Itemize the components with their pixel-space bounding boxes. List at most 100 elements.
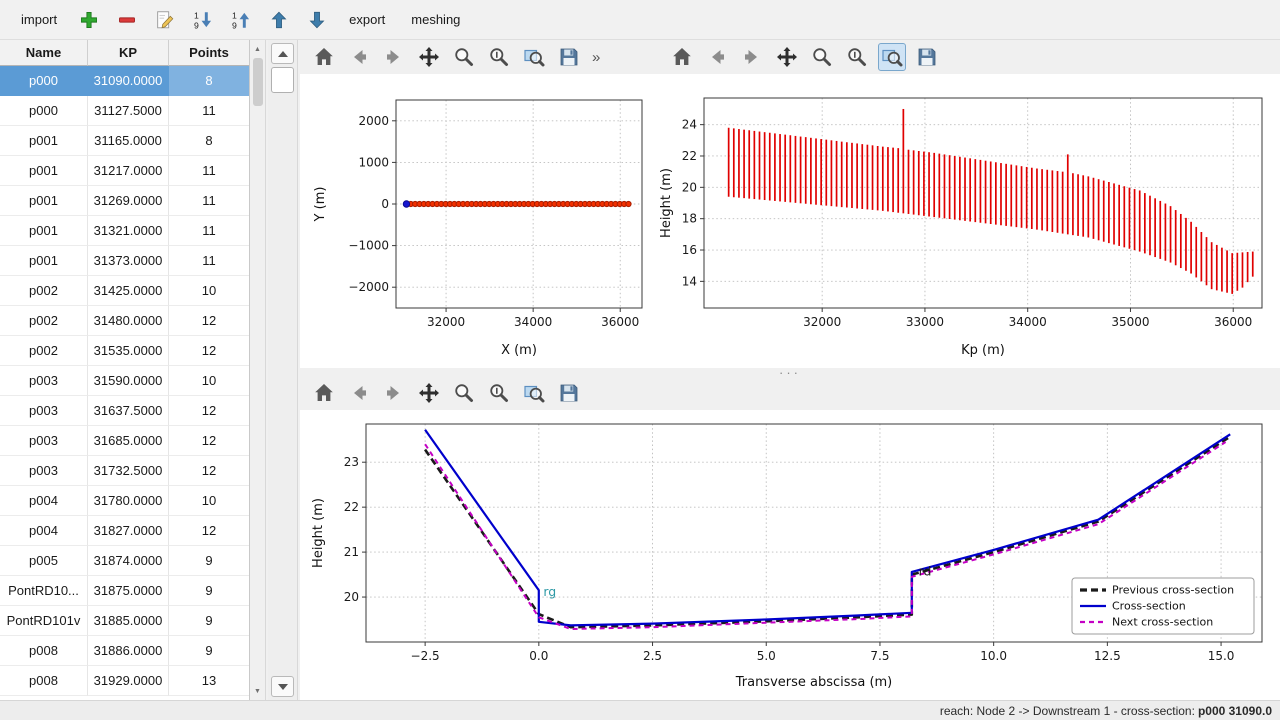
remove-icon: [116, 9, 138, 31]
forward-button[interactable]: [738, 43, 766, 71]
table-row[interactable]: p00431827.000012: [0, 516, 249, 546]
table-row[interactable]: p00131269.000011: [0, 186, 249, 216]
back-button[interactable]: [703, 43, 731, 71]
sort-ascending-button[interactable]: 19: [190, 7, 216, 33]
add-cross-section-button[interactable]: [76, 7, 102, 33]
forward-icon: [740, 45, 764, 69]
svg-text:2.5: 2.5: [643, 649, 662, 663]
forward-button[interactable]: [380, 379, 408, 407]
zoom-original-button[interactable]: [485, 379, 513, 407]
scroll-down-arrow-icon[interactable]: ▼: [250, 684, 265, 698]
table-row[interactable]: p00431780.000010: [0, 486, 249, 516]
zoom-rect-button[interactable]: [520, 43, 548, 71]
triangle-down-icon: [278, 684, 288, 690]
back-button[interactable]: [345, 379, 373, 407]
scroll-up-button[interactable]: [271, 43, 294, 64]
table-cell: 31590.0000: [88, 366, 169, 396]
pan-button[interactable]: [773, 43, 801, 71]
save-button[interactable]: [555, 379, 583, 407]
table-row[interactable]: p00031127.500011: [0, 96, 249, 126]
svg-text:34000: 34000: [514, 315, 552, 329]
pan-button[interactable]: [415, 379, 443, 407]
table-cell: 31685.0000: [88, 426, 169, 456]
table-scrollbar[interactable]: ▲ ▼: [250, 40, 266, 700]
column-header-points[interactable]: Points: [169, 40, 250, 66]
status-current-section: p000 31090.0: [1198, 704, 1272, 718]
table-row[interactable]: p00131321.000011: [0, 216, 249, 246]
table-cell: 10: [169, 486, 250, 516]
svg-text:20: 20: [682, 180, 697, 194]
export-button[interactable]: export: [342, 7, 392, 32]
table-body: p00031090.00008p00031127.500011p00131165…: [0, 66, 249, 696]
table-row[interactable]: p00331590.000010: [0, 366, 249, 396]
sort-descending-button[interactable]: 19: [228, 7, 254, 33]
table-cell: 31637.5000: [88, 396, 169, 426]
zoom-button[interactable]: [808, 43, 836, 71]
move-down-button[interactable]: [304, 7, 330, 33]
table-row[interactable]: p00031090.00008: [0, 66, 249, 96]
svg-text:36000: 36000: [601, 315, 639, 329]
table-cell: 31732.5000: [88, 456, 169, 486]
svg-text:21: 21: [344, 545, 359, 559]
edit-cross-section-button[interactable]: [152, 7, 178, 33]
table-cell: 11: [169, 186, 250, 216]
table-cell: p001: [0, 216, 88, 246]
table-scrollbar-thumb[interactable]: [253, 58, 263, 106]
pan-button[interactable]: [415, 43, 443, 71]
plan-view-figure: » 320003400036000−2000−1000010002000X (m…: [300, 40, 658, 370]
panel-scrollbar-thumb[interactable]: [271, 67, 294, 93]
table-row[interactable]: p00331685.000012: [0, 426, 249, 456]
cross-section-canvas[interactable]: −2.50.02.55.07.510.012.515.020212223Tran…: [300, 410, 1280, 700]
table-cell: 10: [169, 366, 250, 396]
zoom-rect-button[interactable]: [878, 43, 906, 71]
home-button[interactable]: [310, 379, 338, 407]
zoom-original-button[interactable]: [843, 43, 871, 71]
zoom-rect-button[interactable]: [520, 379, 548, 407]
table-row[interactable]: PontRD10...31875.00009: [0, 576, 249, 606]
svg-text:−2.5: −2.5: [411, 649, 440, 663]
save-button[interactable]: [555, 43, 583, 71]
zoom-button[interactable]: [450, 379, 478, 407]
svg-text:1: 1: [232, 10, 237, 20]
save-icon: [557, 381, 581, 405]
back-button[interactable]: [345, 43, 373, 71]
main-toolbar: import 19 19 export meshing: [0, 0, 1280, 40]
zoom-original-button[interactable]: [485, 43, 513, 71]
table-row[interactable]: p00231535.000012: [0, 336, 249, 366]
longitudinal-profile-canvas[interactable]: 3200033000340003500036000141618202224Kp …: [658, 74, 1280, 368]
table-row[interactable]: p00831929.000013: [0, 666, 249, 696]
table-row[interactable]: PontRD101v31885.00009: [0, 606, 249, 636]
import-button[interactable]: import: [14, 7, 64, 32]
table-cell: p003: [0, 396, 88, 426]
table-row[interactable]: p00131373.000011: [0, 246, 249, 276]
table-row[interactable]: p00831886.00009: [0, 636, 249, 666]
pan-icon: [417, 381, 441, 405]
plan-view-canvas[interactable]: 320003400036000−2000−1000010002000X (m)Y…: [300, 74, 658, 368]
home-button[interactable]: [310, 43, 338, 71]
meshing-button[interactable]: meshing: [404, 7, 467, 32]
column-header-kp[interactable]: KP: [88, 40, 169, 66]
scroll-down-button[interactable]: [271, 676, 294, 697]
table-row[interactable]: p00131165.00008: [0, 126, 249, 156]
move-up-button[interactable]: [266, 7, 292, 33]
forward-button[interactable]: [380, 43, 408, 71]
zoom-button[interactable]: [450, 43, 478, 71]
table-row[interactable]: p00531874.00009: [0, 546, 249, 576]
save-button[interactable]: [913, 43, 941, 71]
svg-text:Cross-section: Cross-section: [1112, 600, 1186, 613]
toolbar-overflow-button[interactable]: »: [592, 49, 600, 66]
column-header-name[interactable]: Name: [0, 40, 88, 66]
remove-cross-section-button[interactable]: [114, 7, 140, 33]
table-cell: 12: [169, 336, 250, 366]
table-cell: p008: [0, 666, 88, 696]
table-row[interactable]: p00131217.000011: [0, 156, 249, 186]
scroll-up-arrow-icon[interactable]: ▲: [250, 42, 265, 56]
table-row[interactable]: p00331732.500012: [0, 456, 249, 486]
table-row[interactable]: p00331637.500012: [0, 396, 249, 426]
svg-text:2000: 2000: [358, 114, 389, 128]
svg-text:35000: 35000: [1111, 315, 1149, 329]
table-cell: 31874.0000: [88, 546, 169, 576]
table-row[interactable]: p00231480.000012: [0, 306, 249, 336]
table-row[interactable]: p00231425.000010: [0, 276, 249, 306]
home-button[interactable]: [668, 43, 696, 71]
